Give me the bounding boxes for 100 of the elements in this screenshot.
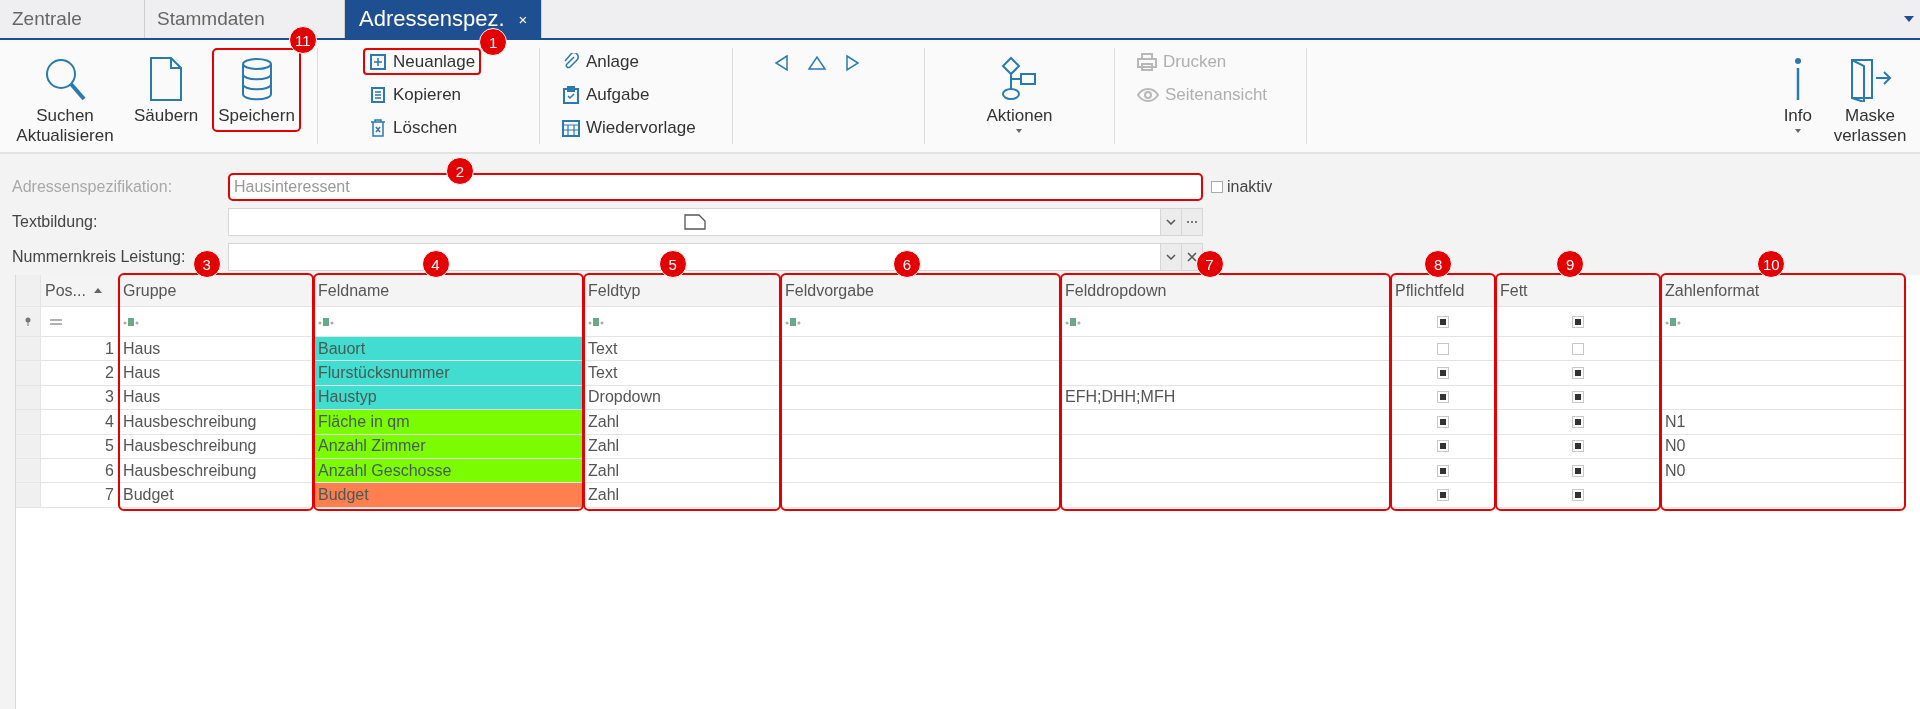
close-icon[interactable]: × — [518, 10, 528, 28]
eye-icon — [1137, 86, 1159, 103]
ribbon-button[interactable]: Anlage — [556, 48, 645, 75]
triangle-right-icon[interactable] — [843, 54, 861, 72]
combo-field[interactable] — [228, 208, 1161, 236]
ribbon-button[interactable]: Aktionen — [980, 48, 1059, 142]
ribbon-button[interactable]: Suchen Aktualisieren — [10, 48, 120, 152]
table-cell: Haustyp — [314, 385, 584, 411]
checkbox[interactable] — [1572, 464, 1584, 477]
chevron-down-icon — [1166, 254, 1176, 260]
table-cell: Zahl — [588, 412, 620, 431]
clipboard-icon — [562, 85, 580, 104]
dropdown-arrow-icon — [1904, 16, 1914, 22]
plus-box-icon — [369, 52, 387, 71]
column-header[interactable]: Feldtyp — [584, 275, 781, 307]
annotation-badge: 10 — [1757, 250, 1786, 278]
ribbon-button[interactable]: Speichern — [212, 48, 301, 132]
checkbox[interactable] — [1572, 440, 1584, 453]
tab[interactable]: Adressenspez. × — [345, 0, 543, 38]
checkbox[interactable] — [1572, 342, 1584, 355]
filter-checkbox[interactable] — [1572, 315, 1584, 328]
table-cell: 4 — [105, 412, 114, 431]
table-cell: Hausbeschreibung — [123, 461, 257, 480]
table-cell: Anzahl Geschosse — [314, 458, 584, 484]
ellipsis-icon — [1186, 220, 1198, 224]
checkbox[interactable] — [1437, 367, 1449, 380]
checkbox[interactable] — [1572, 489, 1584, 502]
pin-icon — [25, 317, 31, 326]
table-cell: Haus — [123, 364, 161, 383]
ribbon-button[interactable]: Info — [1777, 48, 1818, 142]
field-label: Adressenspezifikation: — [12, 178, 173, 196]
equals-icon — [49, 318, 63, 325]
checkbox[interactable] — [1437, 391, 1449, 404]
checkbox[interactable] — [1437, 489, 1449, 502]
column-header[interactable]: Feldvorgabe — [781, 275, 1061, 307]
table-cell: N1 — [1665, 412, 1686, 431]
checkbox[interactable] — [1437, 415, 1449, 428]
search-icon — [43, 56, 87, 102]
table-cell: Haus — [123, 339, 161, 358]
checkbox[interactable] — [1572, 391, 1584, 404]
table-cell: 6 — [105, 461, 114, 480]
document-icon — [148, 56, 185, 102]
checkbox[interactable] — [1572, 367, 1584, 380]
table-cell: 3 — [105, 388, 114, 407]
table-cell: Budget — [123, 486, 174, 505]
table-cell: Text — [588, 339, 618, 358]
table-cell: Hausbeschreibung — [123, 412, 257, 431]
text-filter-icon — [785, 316, 801, 327]
triangle-up-icon[interactable] — [807, 54, 827, 72]
table-cell: Bauort — [314, 337, 584, 362]
table-cell: 7 — [105, 486, 114, 505]
checkbox-label: inaktiv — [1227, 178, 1273, 196]
text-filter-icon — [123, 316, 139, 327]
checkbox[interactable] — [1437, 440, 1449, 453]
text-filter-icon — [1065, 316, 1081, 327]
filter-checkbox[interactable] — [1437, 315, 1449, 328]
column-header[interactable]: Zahlenformat — [1661, 275, 1906, 307]
clear-icon — [1187, 252, 1197, 262]
annotation-badge: 9 — [1556, 250, 1585, 278]
ribbon-button[interactable]: Neuanlage — [363, 48, 482, 75]
checkbox[interactable] — [1437, 464, 1449, 477]
ribbon-button[interactable]: Wiedervorlage — [556, 114, 702, 141]
table-cell: Zahl — [588, 437, 620, 456]
column-header[interactable]: Pflichtfeld — [1391, 275, 1496, 307]
combo-field[interactable] — [228, 243, 1161, 271]
annotation-badge: 3 — [192, 250, 221, 278]
ribbon-button[interactable]: Kopieren — [363, 81, 468, 108]
table-cell: Hausbeschreibung — [123, 437, 257, 456]
text-filter-icon — [318, 316, 334, 327]
table-cell: Text — [588, 364, 618, 383]
table-cell: Dropdown — [588, 388, 661, 407]
table-cell: 1 — [105, 339, 114, 358]
table-cell: Budget — [314, 483, 584, 508]
table-cell: Haus — [123, 388, 161, 407]
column-header[interactable]: Fett — [1496, 275, 1661, 307]
trash-icon — [369, 118, 387, 137]
annotation-badge: 2 — [446, 157, 474, 185]
field-label: Nummernkreis Leistung: — [12, 248, 186, 266]
column-header[interactable]: Feldname — [314, 275, 584, 307]
column-header[interactable]: Felddropdown — [1061, 275, 1391, 307]
annotation-badge: 8 — [1424, 250, 1453, 278]
ribbon-button[interactable]: Maske verlassen — [1830, 48, 1910, 152]
table-cell: Flurstücksnummer — [314, 361, 584, 386]
table-cell: 5 — [105, 437, 114, 456]
checkbox[interactable] — [1437, 342, 1449, 355]
ribbon-button[interactable]: Löschen — [363, 114, 464, 141]
checkbox[interactable] — [1572, 415, 1584, 428]
exit-door-icon — [1848, 56, 1892, 102]
field-label: Textbildung: — [12, 213, 98, 231]
ribbon-button[interactable]: Aufgabe — [556, 81, 656, 108]
column-header[interactable]: Pos... — [41, 275, 119, 307]
table-cell: Fläche in qm — [314, 410, 584, 435]
column-header[interactable]: Gruppe — [119, 275, 314, 307]
chevron-down-icon — [1166, 219, 1176, 225]
table-cell: EFH;DHH;MFH — [1065, 388, 1176, 407]
text-filter-icon — [1665, 316, 1681, 327]
ribbon-button[interactable]: Säubern — [128, 48, 205, 132]
triangle-left-icon[interactable] — [773, 54, 791, 72]
tab[interactable]: Zentrale — [0, 0, 145, 38]
table-cell: Zahl — [588, 461, 620, 480]
